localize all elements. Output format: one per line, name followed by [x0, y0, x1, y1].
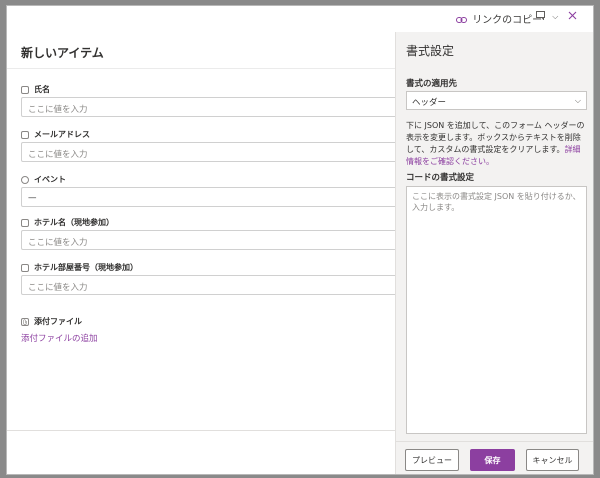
apply-to-label: 書式の適用先: [406, 79, 458, 89]
title-divider: [7, 68, 395, 69]
form-pane: 新しいアイテム 氏名 ここに値を入力 メールアドレス ここに値を入力 イベント …: [7, 32, 399, 474]
page-title: 新しいアイテム: [21, 46, 104, 60]
close-button[interactable]: [568, 11, 577, 23]
code-format-label: コードの書式設定: [406, 173, 475, 183]
email-input[interactable]: ここに値を入力: [21, 142, 399, 162]
link-icon: [456, 17, 467, 23]
paperclip-icon: [21, 318, 29, 326]
room-input[interactable]: ここに値を入力: [21, 275, 399, 295]
text-field-icon: [21, 86, 29, 94]
text-field-icon: [21, 131, 29, 139]
choice-field-icon: [21, 176, 29, 184]
edit-form-window: リンクのコピー ⌵ 新しいアイテム 氏名 ここに値を入力 メールアドレス ここに…: [6, 5, 594, 475]
chevron-down-icon: ⌵: [552, 12, 559, 21]
comment-menu-button[interactable]: ⌵: [536, 11, 558, 22]
cancel-button[interactable]: キャンセル: [526, 449, 579, 471]
copy-link-button[interactable]: リンクのコピー: [456, 11, 542, 26]
field-label-room: ホテル部屋番号（現地参加）: [21, 262, 138, 273]
text-field-icon: [21, 264, 29, 272]
close-icon: [568, 11, 577, 20]
json-code-textarea[interactable]: ここに表示の書式設定 JSON を貼り付けるか、入力します。: [406, 186, 587, 434]
chevron-down-icon: ⌵: [574, 96, 581, 105]
name-input[interactable]: ここに値を入力: [21, 97, 399, 117]
hotel-input[interactable]: ここに値を入力: [21, 230, 399, 250]
comment-icon: [536, 11, 545, 20]
field-label-attachments: 添付ファイル: [21, 316, 82, 327]
format-panel-title: 書式設定: [406, 44, 455, 58]
copy-link-label: リンクのコピー: [472, 15, 543, 26]
field-label-event: イベント: [21, 174, 66, 185]
add-attachment-link[interactable]: 添付ファイルの追加: [21, 332, 98, 344]
save-button[interactable]: 保存: [470, 449, 515, 471]
field-label-name: 氏名: [21, 84, 50, 95]
footer-divider: [7, 430, 395, 431]
preview-button[interactable]: プレビュー: [405, 449, 459, 471]
field-label-hotel: ホテル名（現地参加）: [21, 217, 114, 228]
format-description: 下に JSON を追加して、このフォーム ヘッダーの表示を変更します。ボックスか…: [406, 121, 585, 166]
format-panel: 書式設定 書式の適用先 ヘッダー ⌵ 下に JSON を追加して、このフォーム …: [395, 32, 593, 474]
panel-footer-divider: [396, 441, 593, 442]
field-label-email: メールアドレス: [21, 129, 90, 140]
apply-to-value: ヘッダー: [412, 98, 447, 108]
apply-to-dropdown[interactable]: ヘッダー ⌵: [406, 91, 587, 110]
event-select[interactable]: —: [21, 187, 399, 207]
top-bar: リンクのコピー ⌵: [7, 6, 593, 32]
text-field-icon: [21, 219, 29, 227]
